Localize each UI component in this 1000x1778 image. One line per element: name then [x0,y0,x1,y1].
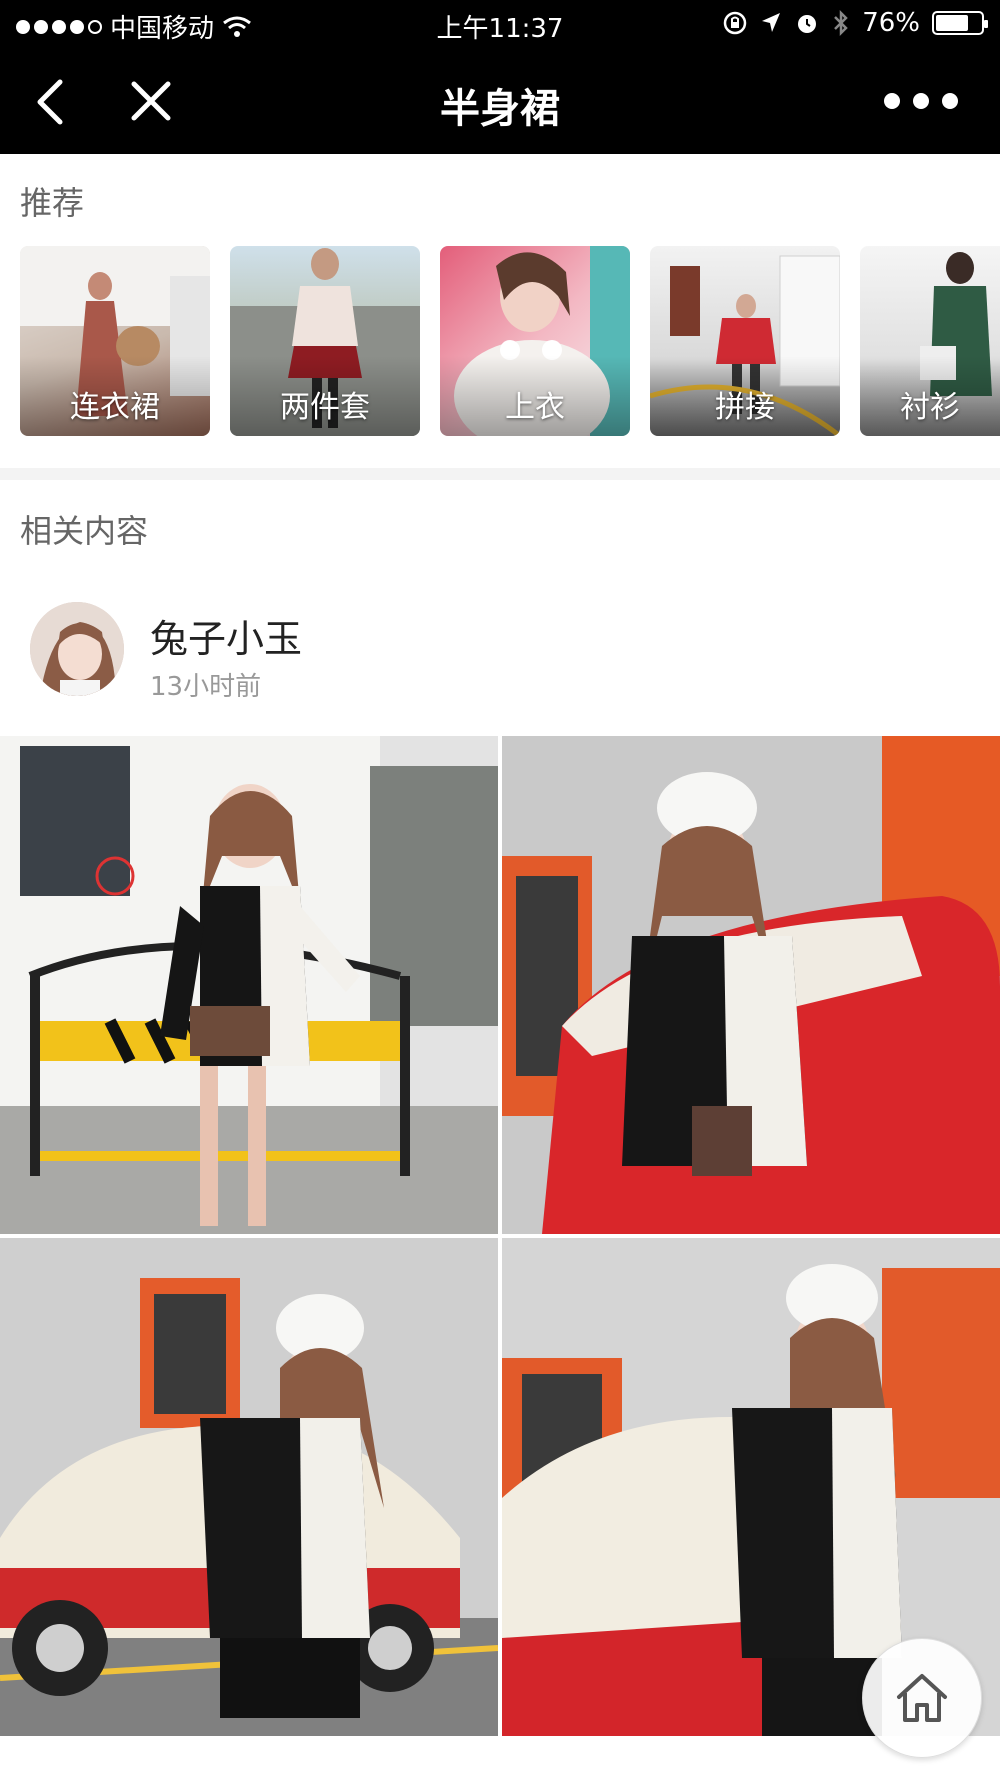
recommend-row: 连衣裙 两件套 上衣 拼接 衬衫 [20,246,1000,436]
recommend-label: 两件套 [280,390,370,425]
location-icon [762,13,781,32]
rotation-lock-icon [723,11,747,35]
nav-bar: 半身裙 [0,50,1000,154]
recommend-label: 上衣 [505,390,565,425]
alarm-icon [798,15,817,33]
related-title: 相关内容 [20,512,149,550]
recommend-card-twopiece[interactable]: 两件套 [230,246,420,436]
home-icon [897,1674,947,1722]
page-title: 半身裙 [440,86,560,132]
recommend-label: 连衣裙 [70,390,160,425]
recommend-card-top[interactable]: 上衣 [440,246,630,436]
recommend-card-patchwork[interactable]: 拼接 [650,246,840,436]
avatar[interactable] [30,602,124,696]
author-name[interactable]: 兔子小玉 [150,608,302,663]
photo-2-image [502,736,1000,1234]
battery-percent: 76% [862,8,920,38]
recommend-label: 衬衫 [900,390,960,425]
recommend-card-shirt[interactable]: 衬衫 [860,246,1000,436]
bottom-strip [0,1740,1000,1778]
more-icon[interactable] [884,86,958,116]
photo-1-image [0,736,498,1234]
post-photo-2[interactable] [502,736,1000,1234]
battery-icon [932,11,988,35]
post-time: 13小时前 [150,672,262,702]
recommend-card-dress[interactable]: 连衣裙 [20,246,210,436]
recommend-title: 推荐 [20,184,85,222]
bluetooth-icon [834,9,848,37]
home-button[interactable] [862,1638,982,1758]
post-photo-3[interactable] [0,1238,498,1736]
status-right: 76% [722,8,988,38]
photo-3-image [0,1238,498,1736]
status-bar: 中国移动 上午11:37 76% [0,0,1000,50]
recommend-label: 拼接 [715,390,775,425]
post-photo-1[interactable] [0,736,498,1234]
section-divider [0,468,1000,480]
avatar-image [30,602,124,696]
